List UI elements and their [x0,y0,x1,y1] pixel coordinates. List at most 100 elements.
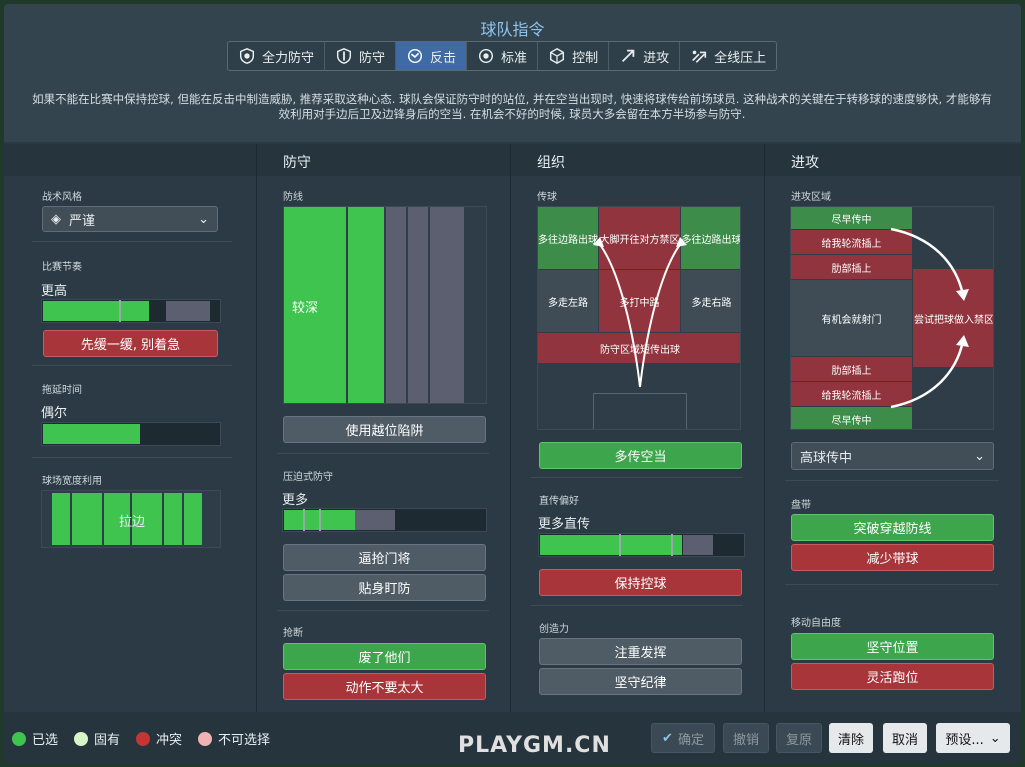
width-slider[interactable]: 拉边 [41,490,221,548]
tempo-range [166,301,210,321]
tab-label: 防守 [359,50,386,66]
tab-label: 标准 [501,50,528,66]
pass-into-space-button[interactable]: 多传空当 [539,442,742,469]
divider [277,610,489,611]
get-stuck-in-button[interactable]: 废了他们 [283,643,486,670]
tab-defensive[interactable]: 防守 [325,42,397,70]
unavailable-dot [198,731,213,746]
freedom-label: 移动自由度 [791,618,841,629]
diamond-icon: ◈ [51,211,61,227]
tempo-label: 比赛节奏 [42,262,82,273]
directness-fill [540,535,682,555]
preset-button[interactable]: 预设... ⌄ [936,723,1010,753]
cross-type-select[interactable]: 高球传中 ⌄ [791,442,994,470]
tab-counter[interactable]: 反击 [396,42,468,70]
defense-column: 防守 防线 较深 使用越位陷阱 压迫式防守 更多 逼抢门将 贴身盯防 抢断 废了… [257,144,510,712]
tempo-value: 更高 [41,284,68,299]
stay-on-feet-button[interactable]: 动作不要太大 [283,673,486,700]
tab-very-attacking[interactable]: 全线压上 [680,42,776,70]
inherent-dot [74,731,89,746]
creativity-label: 创造力 [539,624,569,635]
pass-arrows [593,237,687,388]
be-disciplined-button[interactable]: 坚守纪律 [539,668,742,695]
tab-label: 全线压上 [714,50,767,66]
press-slider[interactable] [282,508,487,532]
tab-label: 进攻 [643,50,670,66]
dribble-less-button[interactable]: 减少带球 [791,544,994,571]
tempo-lower-button[interactable]: 先缓一缓, 别着急 [43,330,218,357]
tempo-fill [43,301,149,321]
divider [785,584,999,585]
directness-marker [671,534,673,556]
mentality-description: 如果不能在比赛中保持控球, 但能在反击中制造威胁, 推荐采取这种心态. 球队会保… [32,92,992,121]
directness-marker [619,534,621,556]
chevron-down-icon: ⌄ [989,730,1001,746]
tab-attacking[interactable]: 进攻 [609,42,681,70]
style-select[interactable]: ◈ 严谨 ⌄ [42,206,218,232]
multi-arrow-icon [692,50,707,63]
tab-balanced[interactable]: 标准 [467,42,539,70]
chevron-down-icon: ⌄ [974,448,985,464]
legend-label: 固有 [94,733,121,748]
timewasting-slider[interactable] [41,422,221,446]
defensive-line-pitch[interactable]: 较深 [283,206,487,404]
defense-header: 防守 [257,144,510,176]
clear-button[interactable]: 清除 [829,723,873,753]
attack-header: 进攻 [765,144,1021,176]
line-value: 较深 [292,300,319,316]
confirm-label: 确定 [677,732,704,748]
undo-button[interactable]: 撤销 [723,723,769,753]
press-marker [319,509,321,531]
tab-positive[interactable]: 控制 [538,42,610,70]
offside-trap-button[interactable]: 使用越位陷阱 [283,416,486,443]
target-icon [479,48,494,64]
tackle-label: 抢断 [283,628,303,639]
style-label: 战术风格 [42,192,82,203]
divider [32,365,232,366]
directness-range [683,535,713,555]
style-value: 严谨 [69,213,96,229]
directness-label: 直传偏好 [539,496,579,507]
run-at-defence-button[interactable]: 突破穿越防线 [791,514,994,541]
divider [32,241,232,242]
shield-heart-icon [239,48,255,64]
divider [277,453,489,454]
press-label: 压迫式防守 [283,472,333,483]
check-icon: ✔ [662,730,673,746]
header-panel: 球队指令 全力防守 防守 反击 标准 控制 进攻 全线压上 如果不能在比赛中保持… [4,4,1021,142]
timewasting-value: 偶尔 [41,406,68,421]
retain-possession-button[interactable]: 保持控球 [539,569,742,596]
cancel-button[interactable]: 取消 [883,723,927,753]
tempo-slider[interactable] [41,299,221,323]
window-title: 球队指令 [480,20,545,39]
chevron-down-icon: ⌄ [198,211,209,227]
dribble-label: 盘带 [791,500,811,511]
organization-header: 组织 [511,144,764,176]
general-column: 战术风格 ◈ 严谨 ⌄ 比赛节奏 更高 先缓一缓, 别着急 拖延时间 偶尔 球场… [4,144,256,712]
directness-value: 更多直传 [538,517,591,532]
tab-very-defensive[interactable]: 全力防守 [228,42,326,70]
selected-dot [12,731,26,746]
timewasting-fill [43,424,140,444]
organization-column: 组织 传球 多往边路出球 大脚开往对方禁区 多往边路出球 多走左路 多打中路 多… [511,144,764,712]
passing-pitch[interactable]: 多往边路出球 大脚开往对方禁区 多往边路出球 多走左路 多打中路 多走右路 防守… [537,206,741,430]
divider [531,605,743,606]
counter-icon [408,48,423,64]
line-zone [348,207,384,403]
press-range [355,510,395,530]
attack-zone-label: 进攻区域 [791,192,831,203]
cube-icon [550,47,565,65]
press-goalkeeper-button[interactable]: 逼抢门将 [283,544,486,571]
preset-label: 预设... [945,732,984,748]
be-expressive-button[interactable]: 注重发挥 [539,638,742,665]
hold-position-button[interactable]: 坚守位置 [791,633,994,660]
tight-marking-button[interactable]: 贴身盯防 [283,574,486,601]
attack-pitch[interactable]: 尽早传中 给我轮流插上 肋部插上 有机会就射门 尝试把球做入禁区 肋部插上 给我… [790,206,994,430]
directness-slider[interactable] [538,533,745,557]
confirm-button[interactable]: ✔ 确定 [651,723,715,753]
roam-button[interactable]: 灵活跑位 [791,663,994,690]
mentality-tabs: 全力防守 防守 反击 标准 控制 进攻 全线压上 [227,41,778,71]
attack-column: 进攻 进攻区域 尽早传中 给我轮流插上 肋部插上 有机会就射门 尝试把球做入禁区… [765,144,1021,712]
line-zone [386,207,406,403]
restore-button[interactable]: 复原 [776,723,822,753]
